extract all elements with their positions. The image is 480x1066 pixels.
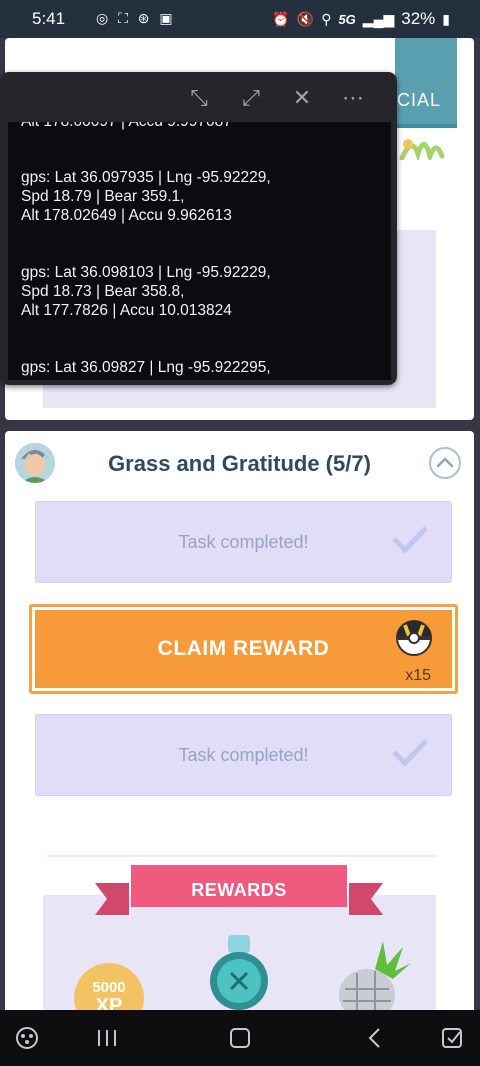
- clock: 5:41: [32, 9, 66, 28]
- expand-icon[interactable]: ⤢: [238, 85, 264, 111]
- log-entry: gps: Lat 36.098103 | Lng -95.92229, Spd …: [21, 264, 271, 319]
- tab-underline: [395, 124, 457, 128]
- battery-icon: ▮: [442, 10, 450, 27]
- back-icon[interactable]: [360, 1024, 390, 1052]
- claim-reward-button[interactable]: CLAIM REWARD x15: [29, 604, 458, 694]
- close-icon[interactable]: ✕: [289, 85, 315, 111]
- log-entry: gps: Lat 36.09827 | Lng -95.922295,: [21, 359, 271, 376]
- system-icons: ⏰ 🔇 ⚲ 5G ▂▄▆ 32% ▮: [272, 9, 450, 29]
- task-completed: Task completed!: [35, 501, 452, 583]
- alarm-icon: ⏰: [272, 10, 290, 27]
- task-status: Task completed!: [178, 532, 309, 552]
- navigation-bar: [0, 1010, 480, 1066]
- recent-apps-icon[interactable]: [92, 1024, 122, 1052]
- task-completed: Task completed!: [35, 714, 452, 796]
- log-entry: Alt 178.00097 | Accu 9.997087: [21, 122, 232, 131]
- tab-special[interactable]: CIAL: [395, 38, 457, 124]
- quest-title: Grass and Gratitude (5/7): [108, 451, 371, 476]
- home-icon[interactable]: [225, 1024, 255, 1052]
- accessibility-icon[interactable]: [438, 1024, 468, 1052]
- claim-reward-qty: x15: [405, 667, 431, 684]
- game-controller-icon[interactable]: [12, 1024, 42, 1052]
- grass-icon: [399, 139, 444, 160]
- claim-reward-label: CLAIM REWARD: [157, 637, 330, 660]
- signal-icon: ▂▄▆: [362, 10, 395, 27]
- quest-card: Grass and Gratitude (5/7) Task completed…: [5, 431, 474, 1010]
- task-status: Task completed!: [178, 745, 309, 765]
- more-icon[interactable]: ⋯: [340, 85, 366, 111]
- status-bar: 5:41 ◎ ⛶ ⊛ ▣ ⏰ 🔇 ⚲ 5G ▂▄▆ 32% ▮: [0, 0, 480, 38]
- gps-log[interactable]: Alt 178.00097 | Accu 9.997087 gps: Lat 3…: [8, 122, 391, 380]
- mute-icon: 🔇: [296, 10, 315, 27]
- check-icon: [392, 739, 428, 767]
- network-label: 5G: [338, 11, 356, 27]
- collapse-icon[interactable]: ⤡: [186, 85, 212, 111]
- xp-unit: XP: [95, 995, 123, 1010]
- tab-label: CIAL: [397, 90, 442, 110]
- divider: [47, 855, 437, 857]
- battery-level: 32%: [401, 9, 436, 28]
- rewards-label: REWARDS: [191, 880, 287, 900]
- check-icon: [392, 526, 428, 554]
- silver-pinap-berry-icon: [339, 941, 411, 1010]
- location-icon: ⚲: [321, 10, 332, 27]
- stardust-icon: [210, 935, 268, 1010]
- collapse-button[interactable]: [429, 447, 461, 479]
- log-entry: gps: Lat 36.097935 | Lng -95.92229, Spd …: [21, 169, 271, 224]
- ultra-ball-icon: [396, 620, 432, 656]
- xp-amount: 5000: [92, 979, 126, 996]
- notification-icons: ◎ ⛶ ⊛ ▣: [96, 10, 176, 26]
- overlay-toolbar: ⤡ ⤢ ✕ ⋯: [0, 72, 397, 122]
- gps-log-overlay: ⤡ ⤢ ✕ ⋯ Alt 178.00097 | Accu 9.997087 gp…: [0, 72, 397, 385]
- app-view: x3 x1000 CIAL Grass and Gratitude (5/7) …: [0, 38, 480, 1010]
- chevron-up-icon: [436, 457, 454, 468]
